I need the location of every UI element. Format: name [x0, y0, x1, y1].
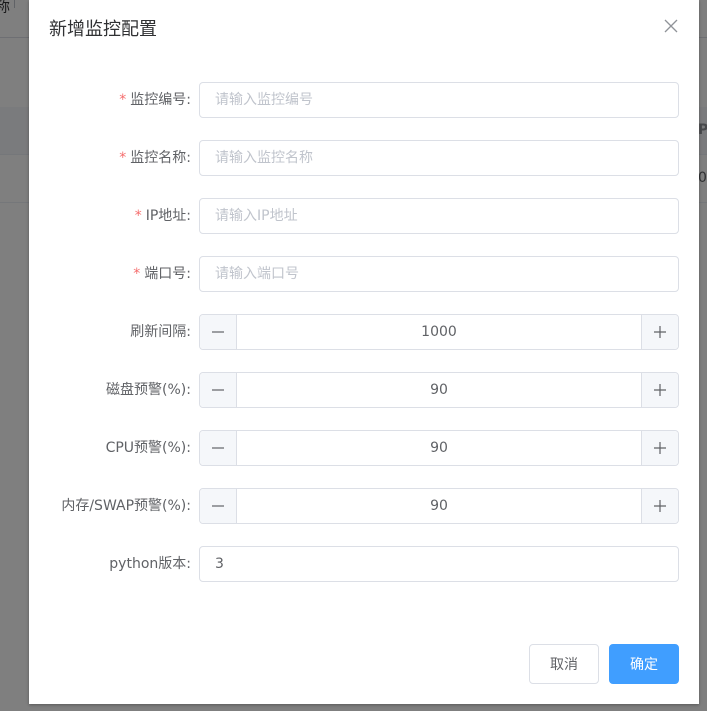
- dialog-title: 新增监控配置: [49, 19, 157, 40]
- port-label: * 端口号:: [133, 256, 191, 292]
- monitor-name-label: * 监控名称:: [119, 140, 191, 176]
- form-item-ip-address: * IP地址:: [29, 198, 699, 234]
- refresh-interval-input[interactable]: 1000: [237, 315, 641, 349]
- monitor-name-input[interactable]: [199, 140, 679, 176]
- cpu-warning-label: CPU预警(%):: [105, 440, 191, 456]
- required-star: *: [133, 266, 141, 282]
- required-star: *: [119, 150, 127, 166]
- cpu-warning-input[interactable]: 90: [237, 431, 641, 465]
- monitor-code-label: * 监控编号:: [119, 82, 191, 118]
- memory-warning-input[interactable]: 90: [237, 489, 641, 523]
- ip-address-input[interactable]: [199, 198, 679, 234]
- python-version-input[interactable]: [199, 546, 679, 582]
- minus-icon: [212, 389, 224, 391]
- cpu-warning-decrease-button[interactable]: [200, 431, 237, 465]
- refresh-interval-stepper: 1000: [199, 314, 679, 350]
- port-label-text: 端口号:: [144, 266, 191, 282]
- form-item-memory-warning: 内存/SWAP预警(%): 90: [29, 488, 699, 524]
- cpu-warning-increase-button[interactable]: [641, 431, 678, 465]
- refresh-interval-decrease-button[interactable]: [200, 315, 237, 349]
- plus-icon: [654, 500, 666, 512]
- memory-warning-stepper: 90: [199, 488, 679, 524]
- form-item-port: * 端口号:: [29, 256, 699, 292]
- monitor-code-input[interactable]: [199, 82, 679, 118]
- minus-icon: [212, 505, 224, 507]
- form-item-monitor-name: * 监控名称:: [29, 140, 699, 176]
- ip-address-label: * IP地址:: [135, 198, 191, 234]
- memory-warning-decrease-button[interactable]: [200, 489, 237, 523]
- plus-icon: [654, 442, 666, 454]
- form-item-python-version: python版本:: [29, 546, 699, 582]
- disk-warning-stepper: 90: [199, 372, 679, 408]
- minus-icon: [212, 331, 224, 333]
- required-star: *: [134, 208, 142, 224]
- memory-warning-label: 内存/SWAP预警(%):: [61, 498, 191, 514]
- form-item-refresh-interval: 刷新间隔: 1000: [29, 314, 699, 350]
- close-icon[interactable]: [662, 17, 680, 35]
- minus-icon: [212, 447, 224, 449]
- form-item-monitor-code: * 监控编号:: [29, 82, 699, 118]
- cpu-warning-stepper: 90: [199, 430, 679, 466]
- disk-warning-input[interactable]: 90: [237, 373, 641, 407]
- refresh-interval-label: 刷新间隔:: [130, 324, 191, 340]
- cancel-button[interactable]: 取消: [529, 644, 599, 684]
- monitor-name-label-text: 监控名称:: [130, 150, 191, 166]
- form-item-cpu-warning: CPU预警(%): 90: [29, 430, 699, 466]
- add-monitor-dialog: 新增监控配置 *监控编号: *监控名称: *IP地址: *端口号: 刷新间隔: …: [29, 0, 699, 704]
- plus-icon: [654, 326, 666, 338]
- disk-warning-decrease-button[interactable]: [200, 373, 237, 407]
- python-version-label: python版本:: [109, 556, 191, 572]
- disk-warning-label: 磁盘预警(%):: [106, 382, 191, 398]
- confirm-button[interactable]: 确定: [609, 644, 679, 684]
- ip-address-label-text: IP地址:: [145, 208, 191, 224]
- port-input[interactable]: [199, 256, 679, 292]
- memory-warning-increase-button[interactable]: [641, 489, 678, 523]
- plus-icon: [654, 384, 666, 396]
- monitor-code-label-text: 监控编号:: [130, 92, 191, 108]
- form-item-disk-warning: 磁盘预警(%): 90: [29, 372, 699, 408]
- required-star: *: [119, 92, 127, 108]
- refresh-interval-increase-button[interactable]: [641, 315, 678, 349]
- disk-warning-increase-button[interactable]: [641, 373, 678, 407]
